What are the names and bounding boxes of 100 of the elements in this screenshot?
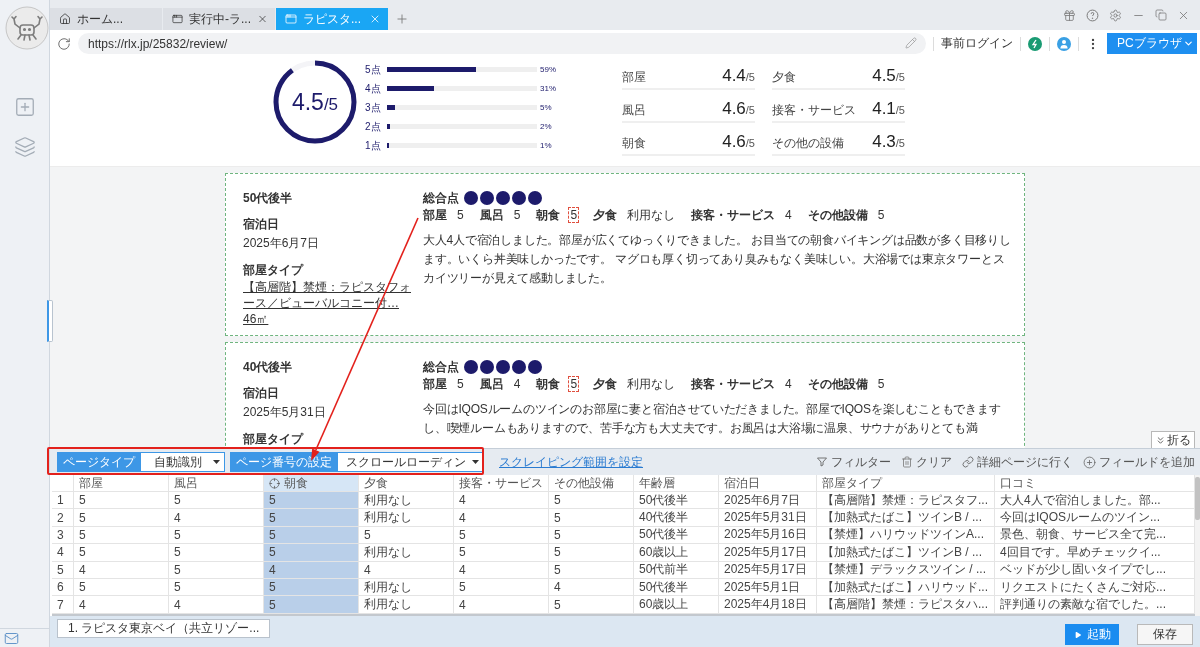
rating-dot-icon (480, 360, 494, 374)
table-corner (52, 475, 74, 492)
toolbar-button[interactable]: クリア (901, 453, 952, 471)
rating-dot-icon (464, 360, 478, 374)
score-label: その他設備 (807, 207, 868, 223)
square-plus-icon[interactable] (13, 96, 36, 118)
home-icon (59, 13, 71, 25)
score-label: 部屋 (423, 376, 447, 392)
layers-icon[interactable] (13, 136, 36, 158)
review-text: 今回はIQOSルームのツインのお部屋に妻と宿泊させていただきました。部屋でIQOSを楽しむこともできますし、喫煙ルームもありますので、苦手な方も大丈夫です。お風呂は大浴場に温泉、サウナがありとても満 (423, 401, 1002, 437)
score-label: 朝食 (536, 376, 561, 392)
rating-percent: 59% (540, 65, 556, 74)
category-label: 風呂 (622, 102, 646, 119)
new-tab-icon[interactable] (395, 12, 409, 26)
stay-date: 2025年6月7日 (243, 235, 321, 251)
score-value: 5 (456, 207, 465, 223)
column-header[interactable]: 口コミ (995, 475, 1195, 492)
table-cell: 【加熱式たばこ】ツインB / ... (817, 509, 995, 527)
play-icon (1073, 630, 1082, 639)
filter-icon[interactable] (816, 456, 828, 468)
reload-icon[interactable] (57, 36, 71, 51)
column-header[interactable]: 接客・サービス (454, 475, 549, 492)
table-cell: 利用なし (359, 509, 454, 527)
person-badge-icon[interactable] (1057, 36, 1071, 51)
rating-dot-icon (496, 360, 510, 374)
scrape-range-link[interactable]: スクレイピング範囲を設定 (499, 453, 643, 471)
toolbar-button[interactable]: 詳細ページに行く (962, 453, 1073, 471)
rating-percent: 2% (540, 122, 552, 131)
column-header[interactable]: 風呂 (169, 475, 264, 492)
fold-button[interactable]: 折る (1151, 431, 1195, 448)
table-cell: 2025年5月17日 (719, 544, 817, 562)
row-number: 2 (52, 509, 74, 527)
collapse-handle[interactable] (47, 300, 53, 342)
score-label: 夕食 (593, 376, 618, 392)
column-header[interactable]: 部屋 (74, 475, 169, 492)
score-value: 5 (876, 376, 886, 392)
save-button[interactable]: 保存 (1137, 624, 1193, 645)
column-header[interactable]: その他設備 (549, 475, 634, 492)
category-label: 夕食 (772, 69, 796, 86)
link-icon[interactable] (962, 456, 974, 468)
score-value: 5 (568, 207, 580, 223)
select-label: ページ番号の設定 (230, 452, 338, 472)
rating-label: 2点 (365, 119, 382, 134)
table-cell: 5 (549, 544, 634, 562)
category-score: 4.1/5 (872, 99, 905, 119)
column-header[interactable]: 部屋タイプ (817, 475, 995, 492)
rating-label: 5点 (365, 62, 382, 77)
overall-score: 4.5/5 (291, 88, 339, 116)
toolbar-button[interactable]: フィールドを追加 (1083, 453, 1195, 471)
table-cell: 利用なし (359, 544, 454, 562)
column-header[interactable]: 宿泊日 (719, 475, 817, 492)
pencil-icon[interactable] (905, 37, 917, 49)
column-header[interactable]: 朝食 (264, 475, 359, 492)
room-size-link[interactable]: 46㎡ (243, 311, 415, 327)
help-icon[interactable] (1086, 8, 1099, 22)
room-type-label: 部屋タイプ (243, 431, 305, 447)
rating-dot-icon (528, 360, 542, 374)
mail-icon[interactable] (4, 630, 19, 646)
browser-tab[interactable]: 実行中-ラ... (163, 8, 275, 30)
column-header[interactable]: 夕食 (359, 475, 454, 492)
score-label: 夕食 (593, 207, 618, 223)
rating-percent: 1% (540, 141, 552, 150)
plus-circle-icon[interactable] (1083, 455, 1096, 469)
caret-icon[interactable] (213, 460, 220, 464)
caret-icon[interactable] (472, 460, 479, 464)
address-field[interactable]: https://rlx.jp/25832/review/ (78, 33, 926, 54)
category-label: 朝食 (622, 135, 646, 152)
category-label: 部屋 (622, 69, 646, 86)
score-label: 部屋 (423, 207, 447, 223)
close-icon[interactable] (257, 13, 268, 25)
settings-icon[interactable] (1109, 8, 1122, 22)
crosshair-icon[interactable] (269, 477, 280, 489)
review-text: 大人4人で宿泊しました。部屋が広くてゆっくりできました。 お目当ての朝食バイキングは品数が多く目移りします。いくら丼美味しかったです。 マグロも厚く切ってあり臭みもなく美味しい。大浴場では東京タワーとスカイツリーが見えて感動しました。 (423, 232, 1012, 287)
row-number: 1 (52, 492, 74, 510)
table-cell: 5 (74, 544, 169, 562)
bolt-badge-icon[interactable] (1028, 36, 1042, 51)
table-cell: 大人4人で宿泊しました。部... (995, 492, 1195, 510)
browser-tab[interactable]: ホーム... (50, 8, 162, 30)
overall-label: 総合点 (423, 190, 459, 206)
gift-icon[interactable] (1063, 8, 1076, 22)
dropdown-select[interactable]: スクロールローディン (338, 452, 484, 472)
vertical-scrollbar[interactable] (1195, 475, 1200, 616)
trash-icon[interactable] (901, 456, 913, 468)
stay-date-label: 宿泊日 (243, 216, 280, 232)
pre-login-link[interactable]: 事前ログイン (941, 35, 1013, 52)
column-header[interactable]: 年齢層 (634, 475, 719, 492)
dropdown-select[interactable]: 自動識別 (141, 452, 225, 472)
table-cell: 利用なし (359, 492, 454, 510)
table-cell: 40代後半 (634, 509, 719, 527)
rating-dot-icon (512, 360, 526, 374)
score-value: 5 (568, 376, 580, 392)
table-cell: 4 (454, 492, 549, 510)
table-cell: 5 (74, 492, 169, 510)
table-cell: 50代後半 (634, 492, 719, 510)
score-value: 5 (456, 376, 465, 392)
toolbar-button[interactable]: フィルター (816, 453, 891, 471)
close-icon[interactable] (369, 13, 381, 25)
overall-label: 総合点 (423, 359, 459, 375)
restore-icon[interactable] (1155, 9, 1167, 21)
task-tab[interactable]: 1. ラピスタ東京ベイ（共立リゾー... (57, 619, 271, 638)
